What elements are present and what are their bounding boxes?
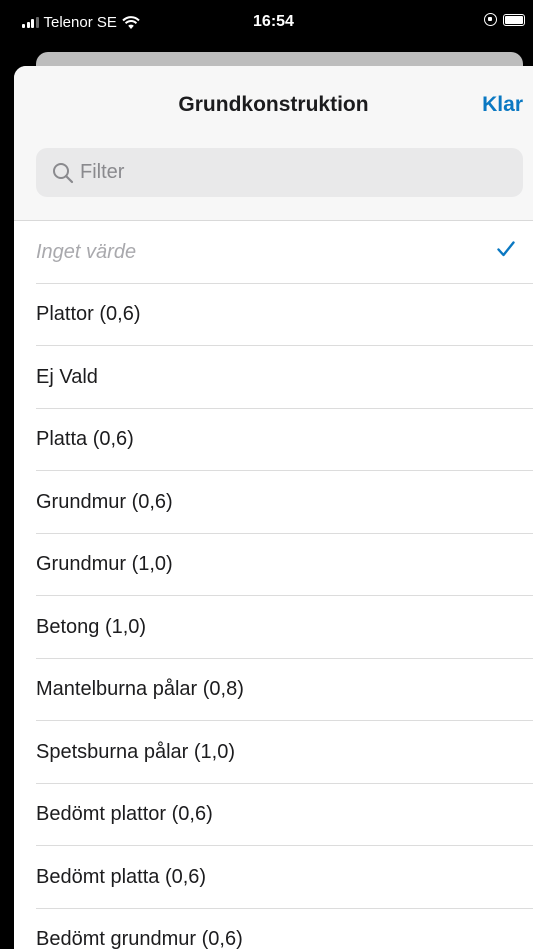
list-item-label: Bedömt platta (0,6) [36,865,207,888]
sheet-header: Grundkonstruktion Klar [14,66,533,221]
done-button[interactable]: Klar [482,93,523,117]
list-item-label: Bedömt plattor (0,6) [36,803,213,826]
options-list: Inget värde Plattor (0,6) Ej Vald Platta (0… [14,221,533,949]
battery-icon [503,13,525,26]
list-item[interactable]: Plattor (0,6) [14,284,533,347]
list-item[interactable]: Ej Vald [14,346,533,409]
list-item-label: Ej Vald [36,365,98,388]
list-item-label: Spetsburna pålar (1,0) [36,740,236,763]
list-item[interactable]: Bedömt platta (0,6) [14,846,533,909]
picker-sheet: Grundkonstruktion Klar Inget värde Platto… [14,66,533,949]
list-item[interactable]: Platta (0,6) [14,409,533,472]
status-bar: Telenor SE 16:54 [14,0,533,44]
list-item-label: Grundmur (1,0) [36,553,173,576]
search-icon [53,162,74,183]
page-title: Grundkonstruktion [178,93,369,116]
list-item[interactable]: Mantelburna pålar (0,8) [14,659,533,722]
list-item-label: Inget värde [36,240,137,263]
status-right [484,13,525,26]
list-item-label: Grundmur (0,6) [36,490,173,513]
list-item[interactable]: Grundmur (0,6) [14,471,533,534]
status-time: 16:54 [253,13,294,30]
list-item-label: Betong (1,0) [36,615,147,638]
orientation-lock-icon [484,13,497,26]
list-item[interactable]: Bedömt grundmur (0,6) [14,909,533,949]
list-item[interactable]: Bedömt plattor (0,6) [14,784,533,847]
list-item-label: Bedömt grundmur (0,6) [36,928,243,949]
list-item-label: Mantelburna pålar (0,8) [36,678,244,701]
list-item[interactable]: Betong (1,0) [14,596,533,659]
filter-input[interactable] [80,161,500,184]
list-item-label: Plattor (0,6) [36,303,141,326]
filter-field[interactable] [36,148,523,197]
list-item[interactable]: Inget värde [14,221,533,284]
checkmark-icon [497,241,515,257]
list-item[interactable]: Grundmur (1,0) [14,534,533,597]
list-item[interactable]: Spetsburna pålar (1,0) [14,721,533,784]
list-item-label: Platta (0,6) [36,428,134,451]
